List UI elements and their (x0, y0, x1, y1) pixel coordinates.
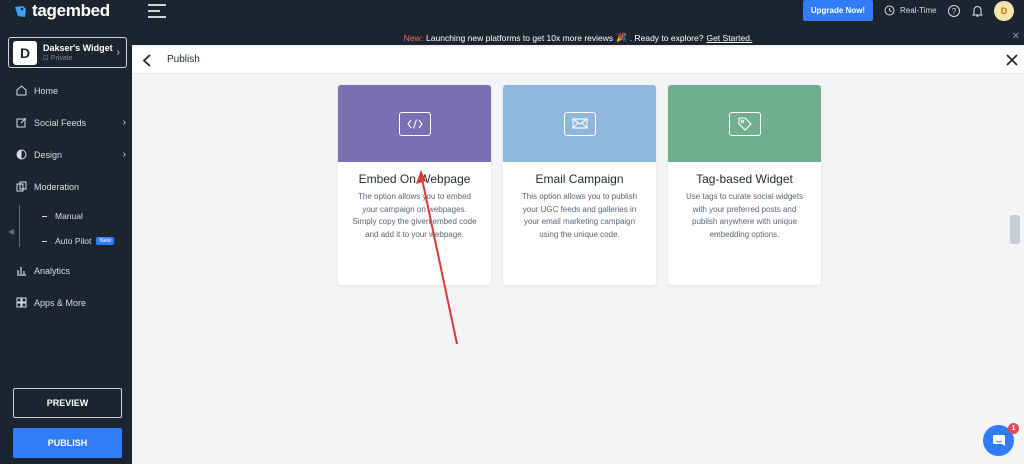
palette-icon (16, 149, 27, 160)
card-description: This option allows you to publish your U… (521, 192, 638, 239)
card-banner (668, 85, 821, 162)
announcement-message: Launching new platforms to get 10x more … (426, 32, 614, 43)
announcement-bar: New: Launching new platforms to get 10x … (132, 30, 1024, 45)
sidebar-item-label: Moderation (34, 181, 80, 192)
help-icon[interactable]: ? (948, 5, 960, 17)
announcement-question: . Ready to explore? (629, 32, 704, 43)
chevron-right-icon: › (116, 47, 120, 58)
publish-button[interactable]: PUBLISH (13, 428, 122, 458)
close-icon[interactable] (1006, 54, 1018, 66)
widget-status: ⊡ Private (43, 54, 73, 62)
sidebar-item-social-feeds[interactable]: Social Feeds › (16, 117, 126, 128)
tag-icon (728, 111, 761, 136)
sidebar-item-design[interactable]: Design › (16, 149, 126, 160)
card-title: Email Campaign (535, 172, 624, 186)
sidebar-subitem-auto-pilot[interactable]: Auto Pilot New (42, 236, 115, 246)
sidebar-subitem-manual[interactable]: Manual (42, 211, 83, 221)
edit-icon (16, 117, 27, 128)
scrollbar-thumb[interactable] (1010, 215, 1020, 244)
chevron-right-icon: › (122, 117, 126, 128)
card-title: Tag-based Widget (696, 172, 793, 186)
mail-icon (563, 111, 596, 136)
close-icon[interactable]: ✕ (1012, 31, 1020, 42)
tag-widget-card[interactable]: Tag-based Widget Use tags to curate soci… (668, 85, 821, 285)
clock-icon (884, 5, 895, 16)
get-started-link[interactable]: Get Started. (706, 33, 752, 43)
publish-header: Publish (132, 47, 1024, 74)
realtime-label: Real-Time (900, 6, 937, 15)
sidebar-item-label: Social Feeds (34, 117, 87, 128)
sidebar-item-apps-more[interactable]: Apps & More (16, 297, 126, 308)
sidebar-item-analytics[interactable]: Analytics (16, 265, 126, 276)
widget-avatar: D (13, 40, 37, 65)
announcement-new-label: New: (403, 32, 424, 43)
lock-icon: ⊡ (43, 54, 49, 62)
embed-webpage-card[interactable]: Embed On Webpage The option allows you t… (338, 85, 491, 285)
sidebar-item-moderation[interactable]: Moderation (16, 181, 126, 192)
tagembed-logo-icon (15, 5, 26, 17)
sidebar-item-home[interactable]: Home (16, 85, 126, 96)
user-avatar[interactable]: D (994, 1, 1014, 21)
home-icon (16, 85, 27, 96)
widget-selector[interactable]: D Dakser's Widget ⊡ Private › (8, 37, 127, 68)
sidebar: tagembed D Dakser's Widget ⊡ Private › H… (0, 0, 132, 464)
preview-button[interactable]: PREVIEW (13, 388, 122, 418)
email-campaign-card[interactable]: Email Campaign This option allows you to… (503, 85, 656, 285)
sidebar-item-label: Analytics (34, 265, 71, 276)
card-banner (338, 85, 491, 162)
card-description: The option allows you to embed your camp… (352, 192, 477, 239)
party-emoji-icon: 🎉 (616, 32, 627, 42)
top-bar: Upgrade Now! Real-Time ? D (132, 0, 1024, 30)
card-title: Embed On Webpage (358, 172, 471, 186)
bell-icon[interactable] (972, 5, 983, 17)
card-banner (503, 85, 656, 162)
chat-icon (992, 435, 1005, 446)
menu-icon[interactable] (148, 4, 166, 22)
bar-chart-icon (17, 267, 26, 276)
sidebar-item-label: Design (34, 149, 63, 160)
chevron-right-icon: › (122, 149, 126, 160)
widget-name: Dakser's Widget (43, 42, 113, 53)
new-badge: New (96, 237, 115, 245)
notification-badge: 1 (1008, 423, 1019, 434)
submenu-divider (19, 205, 20, 247)
realtime-toggle[interactable]: Real-Time (884, 5, 937, 16)
brand-name: tagembed (32, 1, 110, 20)
brand-logo[interactable]: tagembed (14, 1, 110, 20)
card-description: Use tags to curate social widgets with y… (686, 192, 803, 239)
sidebar-item-label: Home (34, 85, 59, 96)
upgrade-button[interactable]: Upgrade Now! (803, 0, 873, 21)
moderation-icon (16, 181, 27, 192)
page-title: Publish (167, 54, 200, 65)
sidebar-item-label: Apps & More (34, 297, 87, 308)
back-arrow-icon[interactable] (142, 54, 154, 67)
collapse-arrow-icon[interactable]: ◀ (8, 227, 14, 236)
code-icon (398, 111, 431, 136)
apps-grid-icon (16, 297, 27, 308)
